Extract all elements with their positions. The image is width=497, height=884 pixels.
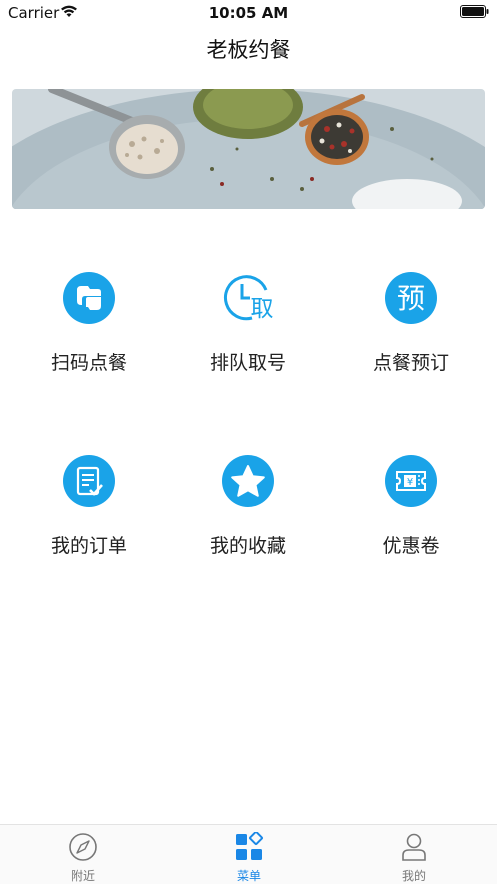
menu-grid-icon [236, 832, 263, 860]
tab-label: 附近 [70, 869, 95, 883]
grid-item-coupons[interactable]: ¥ 优惠卷 [328, 455, 494, 595]
tab-nearby[interactable]: 附近 [0, 825, 166, 884]
tab-bar: 附近 菜单 我的 [0, 824, 497, 884]
banner-illustration [12, 89, 485, 209]
queue-icon-glyph: 取 [251, 296, 274, 322]
grid-item-label: 扫码点餐 [50, 352, 127, 374]
grid-item-label: 排队取号 [209, 352, 286, 374]
grid-item-scan-order[interactable]: 扫码点餐 [6, 272, 172, 412]
grid-item-queue-number[interactable]: 取 排队取号 [165, 272, 331, 412]
compass-icon [69, 833, 97, 861]
star-icon [222, 455, 274, 507]
order-list-icon [63, 455, 115, 507]
grid-item-label: 点餐预订 [372, 352, 449, 374]
tab-mine[interactable]: 我的 [331, 825, 497, 884]
grid-item-label: 我的收藏 [209, 535, 286, 557]
svg-text:¥: ¥ [407, 477, 413, 488]
tab-label: 菜单 [236, 869, 261, 883]
tab-label: 我的 [401, 869, 426, 883]
grid-item-my-orders[interactable]: 我的订单 [6, 455, 172, 595]
status-time: 10:05 AM [208, 4, 289, 22]
grid-item-label: 优惠卷 [382, 535, 440, 557]
reserve-icon: 预 [385, 272, 437, 324]
scan-icon [63, 272, 115, 324]
user-icon [402, 833, 426, 861]
banner-image[interactable] [12, 89, 485, 209]
grid-item-label: 我的订单 [50, 535, 127, 557]
coupon-icon: ¥ [385, 455, 437, 507]
grid-item-reserve[interactable]: 预 点餐预订 [328, 272, 494, 412]
grid-item-my-favorites[interactable]: 我的收藏 [165, 455, 331, 595]
tab-menu[interactable]: 菜单 [166, 825, 332, 884]
reserve-icon-glyph: 预 [397, 282, 425, 315]
battery-icon [460, 5, 489, 18]
status-bar: Carrier 10:05 AM [0, 0, 497, 26]
page-title: 老板约餐 [206, 38, 291, 62]
queue-clock-icon: 取 [222, 272, 274, 324]
